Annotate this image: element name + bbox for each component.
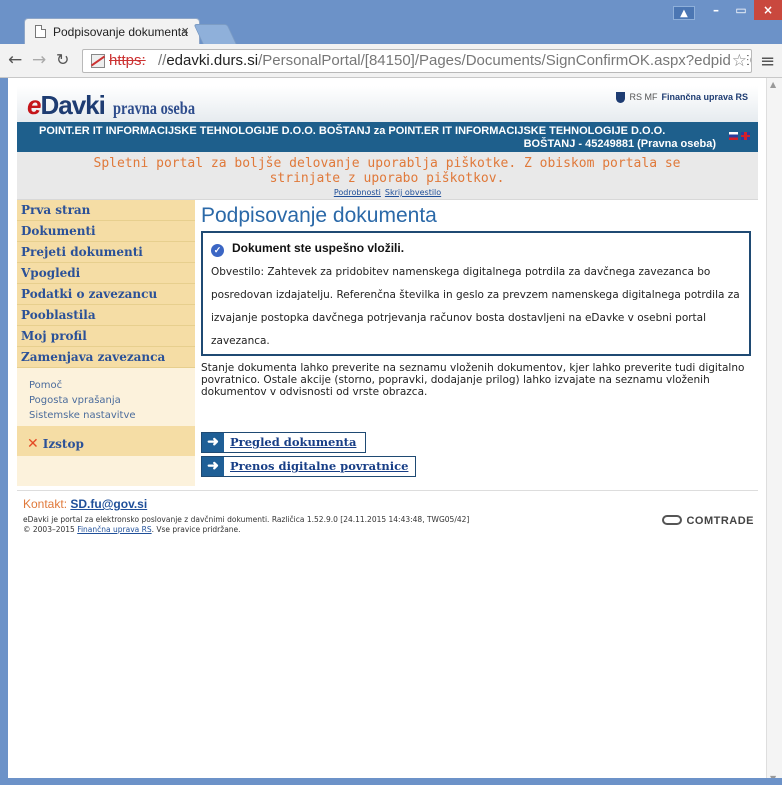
contact-line: Kontakt: SD.fu@gov.si — [23, 497, 758, 511]
address-bar[interactable]: https: //edavki.durs.si/PersonalPortal/[… — [82, 49, 752, 73]
authority-label: Finančna uprava RS — [661, 92, 748, 102]
comtrade-label: COMTRADE — [686, 515, 754, 527]
cookie-message: Spletni portal za boljše delovanje upora… — [93, 156, 681, 186]
sidebar-item-prva-stran[interactable]: Prva stran — [17, 200, 195, 221]
sidebar-item-vpogledi[interactable]: Vpogledi — [17, 263, 195, 284]
version-line: eDavki je portal za elektronsko poslovan… — [23, 515, 470, 524]
sidebar-item-zamenjava-zavezanca[interactable]: Zamenjava zavezanca — [17, 347, 195, 368]
footer-text: eDavki je portal za elektronsko poslovan… — [23, 515, 758, 535]
browser-titlebar: Podpisovanje dokumenta × ▲ – ▭ × — [0, 0, 782, 44]
english-flag-icon[interactable] — [741, 132, 750, 140]
contact-email-link[interactable]: SD.fu@gov.si — [70, 497, 147, 511]
broken-lock-icon[interactable] — [91, 54, 105, 68]
browser-tab[interactable]: Podpisovanje dokumenta × — [24, 18, 200, 44]
tab-title: Podpisovanje dokumenta — [53, 25, 188, 39]
user-info-bar: POINT.ER IT INFORMACIJSKE TEHNOLOGIJE D.… — [17, 122, 758, 152]
check-icon: ✓ — [211, 244, 224, 257]
edavki-logo[interactable]: eDavki — [27, 90, 106, 121]
edavki-site: eDavki pravna oseba RS MF Finančna uprava… — [17, 86, 758, 554]
reload-icon[interactable]: ↻ — [56, 50, 69, 70]
sidebar-link-pogosta-vprasanja[interactable]: Pogosta vprašanja — [29, 393, 195, 408]
url-host: edavki.durs.si — [166, 52, 259, 69]
cookie-hide-link[interactable]: Skrij obvestilo — [385, 188, 441, 197]
site-footer: Kontakt: SD.fu@gov.si eDavki je portal z… — [17, 490, 758, 554]
user-line-2: BOŠTANJ - 45249881 (Pravna oseba) — [523, 138, 716, 150]
forward-arrow-icon[interactable]: → — [32, 50, 46, 70]
authority-banner: RS MF Finančna uprava RS — [616, 92, 748, 104]
coat-of-arms-icon — [616, 92, 626, 104]
view-document-button[interactable]: ➜ Pregled dokumenta — [201, 432, 366, 453]
page-title: Podpisovanje dokumenta — [201, 204, 437, 227]
status-text: Stanje dokumenta lahko preverite na sezn… — [201, 362, 745, 398]
contact-label: Kontakt: — [23, 497, 68, 511]
sidebar-item-pooblastila[interactable]: Pooblastila — [17, 305, 195, 326]
sidebar-subnav: Pomoč Pogosta vprašanja Sistemske nastav… — [17, 368, 195, 431]
minimize-button[interactable]: – — [704, 0, 728, 20]
sidebar-item-prejeti-dokumenti[interactable]: Prejeti dokumenti — [17, 242, 195, 263]
close-window-button[interactable]: × — [754, 0, 782, 20]
rights-text: . Vse pravice pridržane. — [151, 525, 241, 534]
ministry-label: RS MF — [629, 92, 658, 102]
sidebar-item-podatki-o-zavezancu[interactable]: Podatki o zavezancu — [17, 284, 195, 305]
cookie-notice: Spletni portal za boljše delovanje upora… — [17, 152, 758, 200]
cookie-details-link[interactable]: Podrobnosti — [334, 188, 381, 197]
success-message-box: ✓ Dokument ste uspešno vložili. Obvestilo… — [201, 231, 751, 356]
sidebar-item-dokumenti[interactable]: Dokumenti — [17, 221, 195, 242]
site-header: eDavki pravna oseba RS MF Finančna uprava… — [17, 86, 758, 122]
cookie-links: Podrobnosti Skrij obvestilo — [17, 188, 758, 197]
success-title-text: Dokument ste uspešno vložili. — [232, 241, 405, 255]
back-arrow-icon[interactable]: ← — [8, 50, 22, 70]
window-frame-left — [0, 78, 8, 778]
authority-link[interactable]: Finančna uprava RS — [77, 525, 151, 534]
browser-toolbar: ← → ↻ https: //edavki.durs.si/PersonalPo… — [0, 44, 782, 78]
page-icon — [35, 25, 46, 38]
url-text: //edavki.durs.si/PersonalPortal/[84150]/… — [158, 50, 752, 72]
comtrade-icon — [662, 515, 683, 525]
sidebar-link-sistemske-nastavitve[interactable]: Sistemske nastavitve — [29, 408, 195, 423]
download-receipt-label: Prenos digitalne povratnice — [230, 459, 409, 473]
arrow-right-icon: ➜ — [202, 433, 224, 452]
success-title: ✓ Dokument ste uspešno vložili. — [211, 241, 749, 257]
logout-button[interactable]: ✕ Izstop — [17, 426, 195, 456]
comtrade-logo: COMTRADE — [662, 515, 754, 527]
view-document-label: Pregled dokumenta — [230, 435, 357, 449]
notice-text: Obvestilo: Zahtevek za pridobitev namens… — [211, 266, 740, 347]
arrow-right-icon: ➜ — [202, 457, 224, 476]
maximize-button[interactable]: ▭ — [729, 0, 753, 20]
sidebar-item-moj-profil[interactable]: Moj profil — [17, 326, 195, 347]
sidebar-link-pomoc[interactable]: Pomoč — [29, 378, 195, 393]
logo-subtitle: pravna oseba — [113, 98, 196, 118]
sidebar: Prva stran Dokumenti Prejeti dokumenti V… — [17, 200, 195, 486]
copyright-text: © 2003–2015 — [23, 525, 75, 534]
hamburger-menu-icon[interactable]: ≡ — [760, 51, 775, 72]
url-scheme: https: — [109, 52, 146, 69]
copyright-line: © 2003–2015 Finančna uprava RS. Vse prav… — [23, 525, 758, 535]
download-receipt-button[interactable]: ➜ Prenos digitalne povratnice — [201, 456, 416, 477]
scroll-up-icon[interactable]: ▲ — [770, 80, 776, 89]
slovenian-flag-icon[interactable] — [729, 132, 738, 140]
user-profile-icon[interactable]: ▲ — [673, 6, 695, 20]
url-path: /PersonalPortal/[84150]/Pages/Documents/… — [258, 52, 752, 69]
logout-x-icon: ✕ — [27, 436, 39, 452]
window-frame-bottom — [0, 778, 782, 785]
bookmark-star-icon[interactable]: ☆ — [729, 50, 747, 72]
tab-close-button[interactable]: × — [181, 23, 189, 38]
vertical-scrollbar[interactable]: ▲ ▼ — [766, 78, 782, 785]
content-layout: Prva stran Dokumenti Prejeti dokumenti V… — [17, 200, 758, 486]
user-line-1: POINT.ER IT INFORMACIJSKE TEHNOLOGIJE D.… — [39, 125, 666, 137]
logout-label: Izstop — [42, 437, 84, 451]
